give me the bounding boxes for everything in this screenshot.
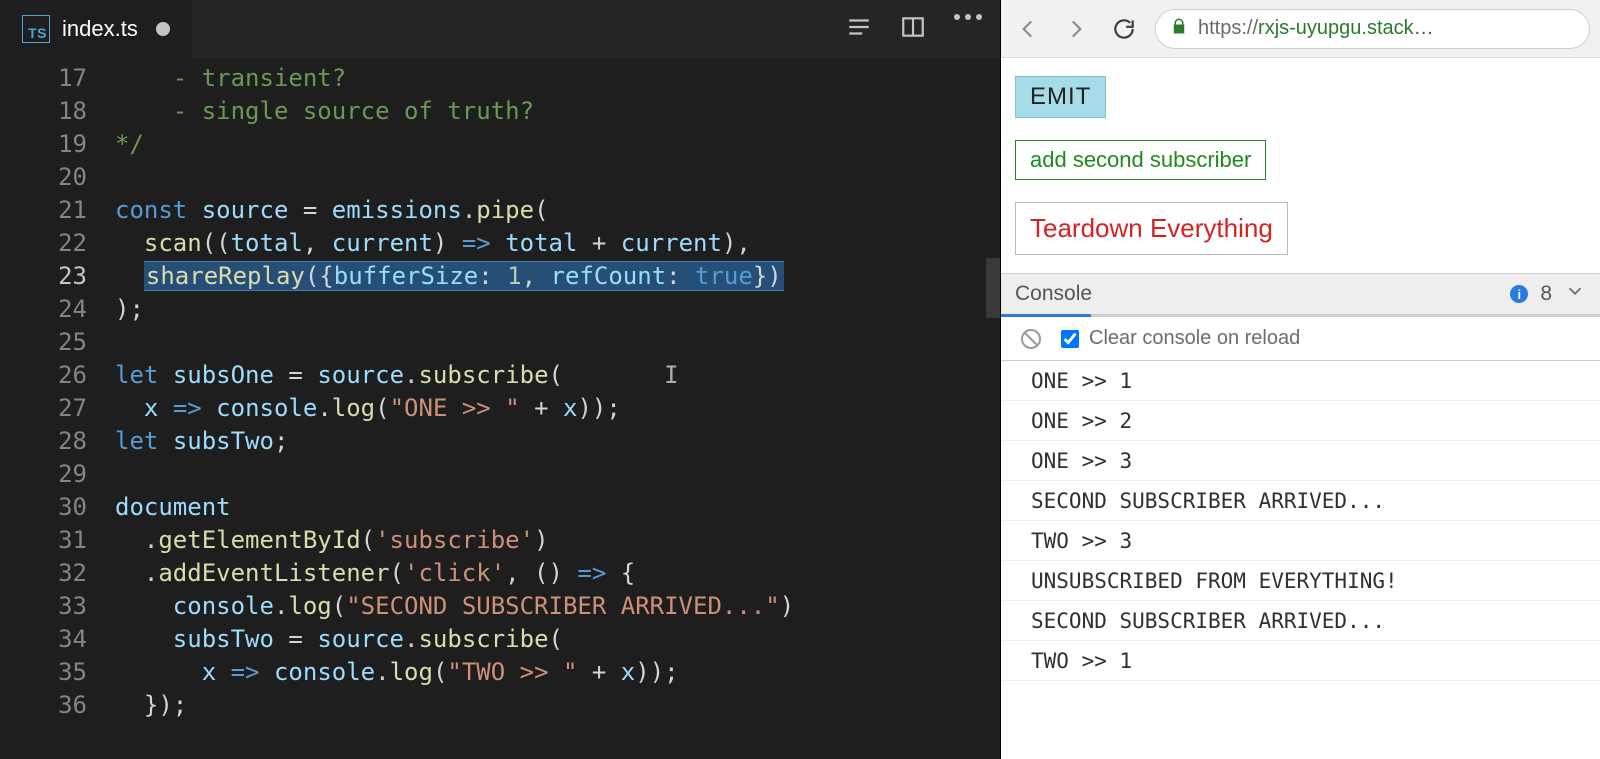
console-header[interactable]: Console i 8 (1001, 273, 1600, 317)
clear-on-reload-option[interactable]: Clear console on reload (1061, 327, 1300, 350)
line-number: 24 (0, 293, 87, 326)
typescript-icon: TS (22, 15, 50, 43)
code-line[interactable] (115, 458, 1000, 491)
code-area[interactable]: 1718192021222324252627282930313233343536… (0, 58, 1000, 759)
line-number: 32 (0, 557, 87, 590)
line-number: 22 (0, 227, 87, 260)
line-number: 18 (0, 95, 87, 128)
dirty-indicator-icon (156, 22, 170, 36)
chevron-down-icon[interactable] (1564, 280, 1586, 308)
line-number: 17 (0, 62, 87, 95)
lines-icon[interactable] (846, 14, 872, 45)
reload-button[interactable] (1107, 12, 1141, 46)
console-entry[interactable]: ONE >> 1 (1001, 361, 1600, 401)
emit-button[interactable]: EMIT (1015, 76, 1106, 118)
console-title: Console (1015, 282, 1092, 306)
code-line[interactable]: scan((total, current) => total + current… (115, 227, 1000, 260)
code-line[interactable]: */ (115, 128, 1000, 161)
line-number-gutter: 1718192021222324252627282930313233343536 (0, 58, 115, 759)
line-number: 34 (0, 623, 87, 656)
line-number: 26 (0, 359, 87, 392)
code-line[interactable]: console.log("SECOND SUBSCRIBER ARRIVED..… (115, 590, 1000, 623)
line-number: 19 (0, 128, 87, 161)
teardown-button[interactable]: Teardown Everything (1015, 202, 1288, 255)
line-number: 30 (0, 491, 87, 524)
split-editor-icon[interactable] (900, 14, 926, 45)
browser-preview-pane: https://rxjs-uyupgu.stack… EMIT add seco… (1000, 0, 1600, 759)
code-line[interactable] (115, 161, 1000, 194)
back-button[interactable] (1011, 12, 1045, 46)
browser-navbar: https://rxjs-uyupgu.stack… (1001, 0, 1600, 58)
line-number: 36 (0, 689, 87, 722)
line-number: 35 (0, 656, 87, 689)
text-cursor-icon: I (563, 361, 679, 389)
console-entry[interactable]: ONE >> 3 (1001, 441, 1600, 481)
code-line[interactable]: - transient? (115, 62, 1000, 95)
url-text: https://rxjs-uyupgu.stack… (1198, 17, 1434, 40)
editor-tab-filename: index.ts (62, 16, 138, 42)
preview-page: EMIT add second subscriber Teardown Ever… (1001, 58, 1600, 273)
console-entry[interactable]: TWO >> 3 (1001, 521, 1600, 561)
line-number: 21 (0, 194, 87, 227)
forward-button[interactable] (1059, 12, 1093, 46)
line-number: 31 (0, 524, 87, 557)
console-entry[interactable]: SECOND SUBSCRIBER ARRIVED... (1001, 601, 1600, 641)
clear-on-reload-label: Clear console on reload (1089, 327, 1300, 350)
code-line[interactable]: subsTwo = source.subscribe( (115, 623, 1000, 656)
code-line[interactable]: ); (115, 293, 1000, 326)
console-entry[interactable]: TWO >> 1 (1001, 641, 1600, 681)
scrollbar[interactable] (986, 58, 1000, 759)
code-line[interactable]: .getElementById('subscribe') (115, 524, 1000, 557)
code-line[interactable]: - single source of truth? (115, 95, 1000, 128)
add-subscriber-button[interactable]: add second subscriber (1015, 140, 1266, 180)
code-line[interactable]: x => console.log("TWO >> " + x)); (115, 656, 1000, 689)
code-line[interactable]: shareReplay({bufferSize: 1, refCount: tr… (115, 260, 1000, 293)
console-entry[interactable]: SECOND SUBSCRIBER ARRIVED... (1001, 481, 1600, 521)
code-line[interactable]: const source = emissions.pipe( (115, 194, 1000, 227)
clear-on-reload-checkbox[interactable] (1061, 330, 1079, 348)
url-bar[interactable]: https://rxjs-uyupgu.stack… (1155, 9, 1590, 49)
line-number: 28 (0, 425, 87, 458)
line-number: 25 (0, 326, 87, 359)
editor-tab-index-ts[interactable]: TS index.ts (0, 0, 192, 58)
editor-tabbar: TS index.ts (0, 0, 1000, 58)
console-entry[interactable]: UNSUBSCRIBED FROM EVERYTHING! (1001, 561, 1600, 601)
code-editor-pane: TS index.ts 1718192021222324252627282930… (0, 0, 1000, 759)
lock-icon (1170, 17, 1188, 41)
line-number: 29 (0, 458, 87, 491)
line-number: 33 (0, 590, 87, 623)
code-line[interactable] (115, 326, 1000, 359)
code-line[interactable]: }); (115, 689, 1000, 722)
info-icon: i (1510, 285, 1528, 303)
code-content[interactable]: - transient? - single source of truth?*/… (115, 58, 1000, 759)
line-number: 27 (0, 392, 87, 425)
code-line[interactable]: let subsOne = source.subscribe( I (115, 359, 1000, 392)
scrollbar-thumb[interactable] (986, 258, 1000, 318)
more-actions-icon[interactable] (954, 14, 982, 45)
code-line[interactable]: document (115, 491, 1000, 524)
clear-console-icon[interactable] (1019, 327, 1043, 351)
line-number: 23 (0, 260, 87, 293)
code-line[interactable]: .addEventListener('click', () => { (115, 557, 1000, 590)
console-log[interactable]: ONE >> 1ONE >> 2ONE >> 3SECOND SUBSCRIBE… (1001, 361, 1600, 759)
console-entry[interactable]: ONE >> 2 (1001, 401, 1600, 441)
line-number: 20 (0, 161, 87, 194)
console-info-count: 8 (1540, 282, 1552, 306)
code-line[interactable]: let subsTwo; (115, 425, 1000, 458)
console-toolbar: Clear console on reload (1001, 317, 1600, 361)
code-line[interactable]: x => console.log("ONE >> " + x)); (115, 392, 1000, 425)
editor-tab-actions (846, 14, 982, 45)
